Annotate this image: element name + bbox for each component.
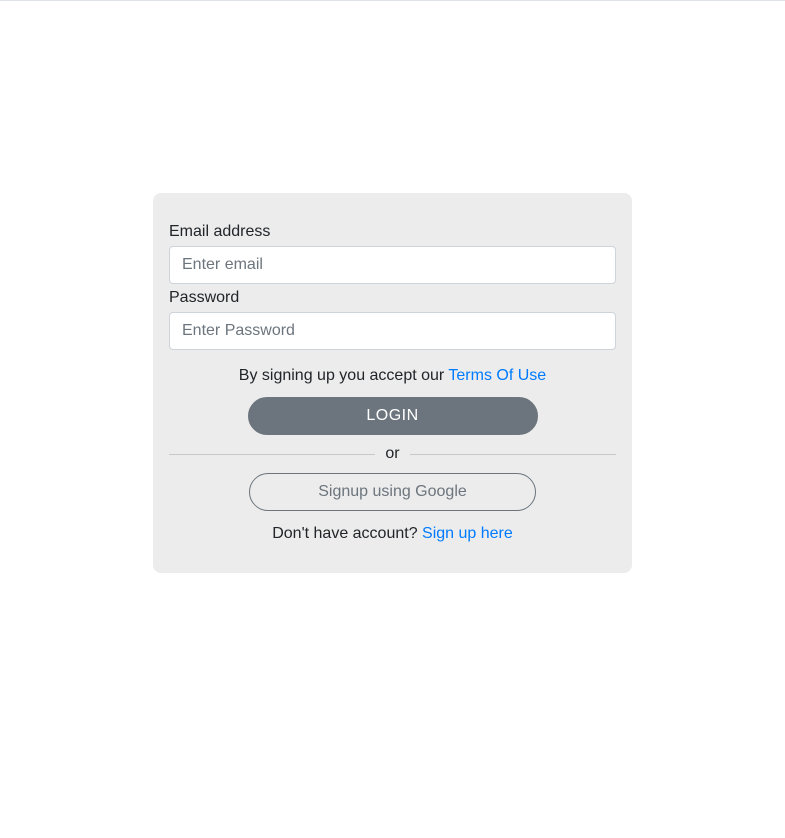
login-button[interactable]: LOGIN [248, 397, 538, 435]
or-divider: or [169, 445, 616, 463]
password-input[interactable] [169, 312, 616, 350]
password-label: Password [169, 289, 616, 307]
terms-of-use-link[interactable]: Terms Of Use [448, 367, 546, 384]
divider-line-right [410, 454, 616, 455]
divider-text: or [375, 445, 409, 463]
terms-prefix: By signing up you accept our [239, 367, 449, 384]
terms-row: By signing up you accept our Terms Of Us… [169, 367, 616, 385]
login-card: Email address Password By signing up you… [153, 193, 632, 573]
email-label: Email address [169, 223, 616, 241]
signup-prefix: Don't have account? [272, 525, 422, 542]
signup-here-link[interactable]: Sign up here [422, 525, 513, 542]
signup-row: Don't have account? Sign up here [169, 525, 616, 543]
divider-line-left [169, 454, 375, 455]
google-signup-button[interactable]: Signup using Google [249, 473, 536, 511]
email-input[interactable] [169, 246, 616, 284]
page-container: Email address Password By signing up you… [0, 1, 785, 573]
